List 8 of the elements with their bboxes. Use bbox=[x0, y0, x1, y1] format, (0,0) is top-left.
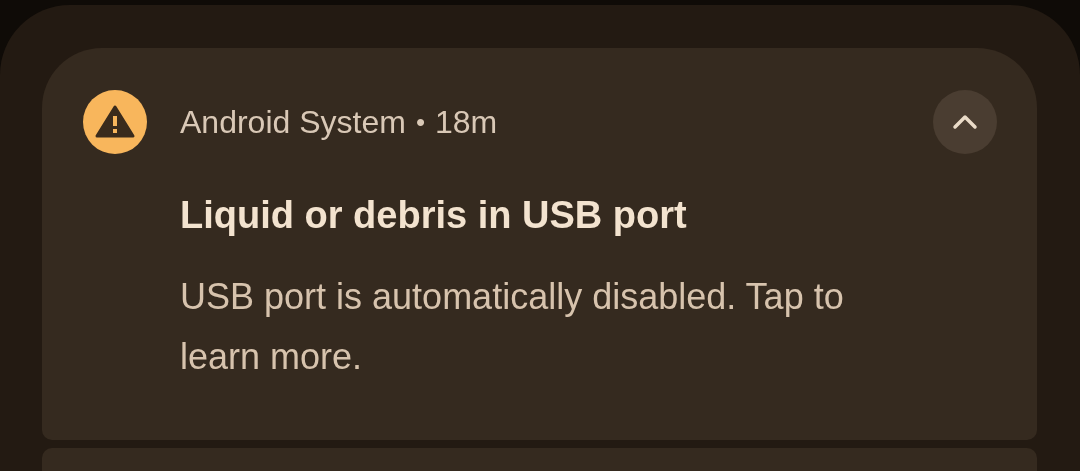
notification-title: Liquid or debris in USB port bbox=[180, 193, 688, 238]
separator-dot: • bbox=[415, 106, 425, 138]
notification-body: USB port is automatically disabled. Tap to learn more. bbox=[180, 275, 845, 379]
app-name: Android System bbox=[180, 103, 406, 141]
chevron-icon bbox=[953, 115, 977, 129]
timestamp: 18m bbox=[435, 103, 498, 141]
warning-icon bbox=[83, 90, 147, 154]
notification-card[interactable]: Android System • 18m Liquid or debris in USB port USB port is automatically disabled. Tap to learn more. bbox=[42, 48, 1037, 440]
